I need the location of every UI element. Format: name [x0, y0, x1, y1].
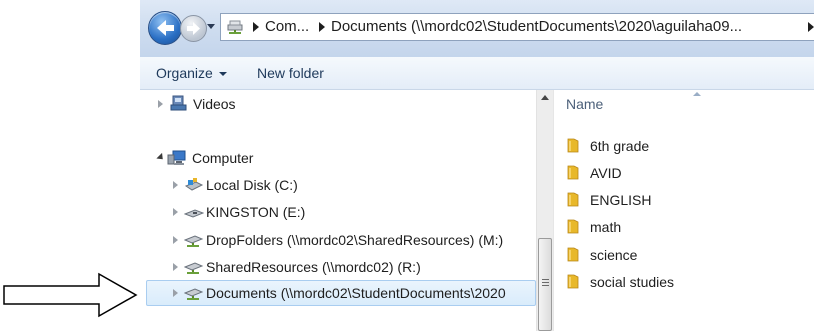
arrow-left-icon	[157, 20, 174, 36]
grip-line	[542, 279, 549, 280]
folder-icon	[567, 247, 579, 262]
tree-item-documents[interactable]: Documents (\\mordc02\StudentDocuments\20…	[140, 282, 536, 304]
tree-item-label: SharedResources (\\mordc02) (R:)	[206, 259, 421, 275]
tree-item-local-disk[interactable]: Local Disk (C:)	[140, 174, 536, 196]
network-drive-icon	[227, 20, 243, 34]
collapse-arrow-icon[interactable]	[156, 152, 166, 163]
local-disk-icon	[184, 178, 204, 191]
breadcrumb-separator-icon[interactable]	[808, 22, 814, 32]
explorer-window: Com... Documents (\\mordc02\StudentDocum…	[140, 0, 814, 331]
recent-pages-dropdown[interactable]	[207, 24, 215, 29]
tree-item-computer[interactable]: Computer	[140, 147, 536, 169]
file-name: ENGLISH	[590, 192, 652, 208]
tree-item-videos[interactable]: Videos	[140, 93, 536, 115]
back-button[interactable]	[148, 11, 182, 45]
expand-arrow-icon[interactable]	[173, 289, 178, 297]
chevron-down-icon	[218, 72, 227, 77]
breadcrumb-computer[interactable]: Com...	[265, 14, 309, 40]
breadcrumb-separator-icon[interactable]	[319, 22, 325, 32]
expand-arrow-icon[interactable]	[173, 181, 178, 189]
expand-arrow-icon[interactable]	[173, 236, 178, 244]
video-library-icon	[170, 95, 187, 111]
new-folder-button[interactable]: New folder	[257, 57, 324, 89]
address-bar-region: Com... Documents (\\mordc02\StudentDocum…	[140, 0, 814, 57]
sort-ascending-icon	[693, 92, 701, 96]
nav-pane-scrollbar[interactable]	[536, 90, 554, 331]
tree-item-dropfolders[interactable]: DropFolders (\\mordc02\SharedResources) …	[140, 229, 536, 251]
tree-item-sharedresources[interactable]: SharedResources (\\mordc02) (R:)	[140, 256, 536, 278]
network-drive-icon	[184, 262, 204, 274]
scroll-up-arrow-icon[interactable]	[541, 95, 549, 100]
file-name: math	[590, 219, 622, 235]
breadcrumb-documents[interactable]: Documents (\\mordc02\StudentDocuments\20…	[331, 14, 742, 40]
address-box[interactable]: Com... Documents (\\mordc02\StudentDocum…	[220, 13, 814, 41]
tree-item-label: Computer	[192, 150, 254, 166]
new-folder-label: New folder	[257, 65, 324, 81]
command-bar: Organize New folder	[140, 57, 814, 90]
folder-icon	[567, 219, 579, 234]
tree-item-kingston[interactable]: KINGSTON (E:)	[140, 201, 536, 223]
expand-arrow-icon[interactable]	[158, 100, 163, 108]
file-name: science	[590, 247, 638, 263]
folder-icon	[567, 138, 579, 153]
file-name: AVID	[590, 165, 622, 181]
folder-icon	[567, 165, 579, 180]
folder-icon	[567, 192, 579, 207]
pointer-arrow-icon	[3, 272, 138, 318]
grip-line	[542, 285, 549, 286]
tree-item-label: KINGSTON (E:)	[206, 204, 306, 220]
tree-item-label: DropFolders (\\mordc02\SharedResources) …	[206, 232, 504, 248]
file-list-pane[interactable]: Name 6th grade AVID ENGLISH math science…	[553, 90, 814, 331]
column-header-name[interactable]: Name	[566, 96, 603, 112]
arrow-right-icon	[187, 22, 200, 35]
expand-arrow-icon[interactable]	[173, 263, 178, 271]
scrollbar-thumb[interactable]	[538, 238, 552, 331]
organize-button[interactable]: Organize	[156, 57, 227, 89]
file-name: social studies	[590, 274, 675, 290]
tree-item-label: Local Disk (C:)	[206, 177, 298, 193]
navigation-pane[interactable]: Videos Computer Local Disk (C:) KINGSTON…	[140, 90, 537, 331]
usb-drive-icon	[184, 209, 204, 218]
breadcrumb-separator-icon[interactable]	[253, 22, 259, 32]
organize-label: Organize	[156, 65, 213, 81]
tree-item-label: Documents (\\mordc02\StudentDocuments\20…	[206, 285, 506, 301]
expand-arrow-icon[interactable]	[173, 208, 178, 216]
grip-line	[542, 282, 549, 283]
forward-button[interactable]	[180, 15, 207, 42]
file-name: 6th grade	[590, 138, 650, 154]
network-drive-icon	[184, 288, 204, 300]
folder-icon	[567, 274, 579, 289]
network-drive-icon	[184, 235, 204, 247]
tree-item-label: Videos	[193, 96, 236, 112]
computer-icon	[167, 150, 186, 165]
